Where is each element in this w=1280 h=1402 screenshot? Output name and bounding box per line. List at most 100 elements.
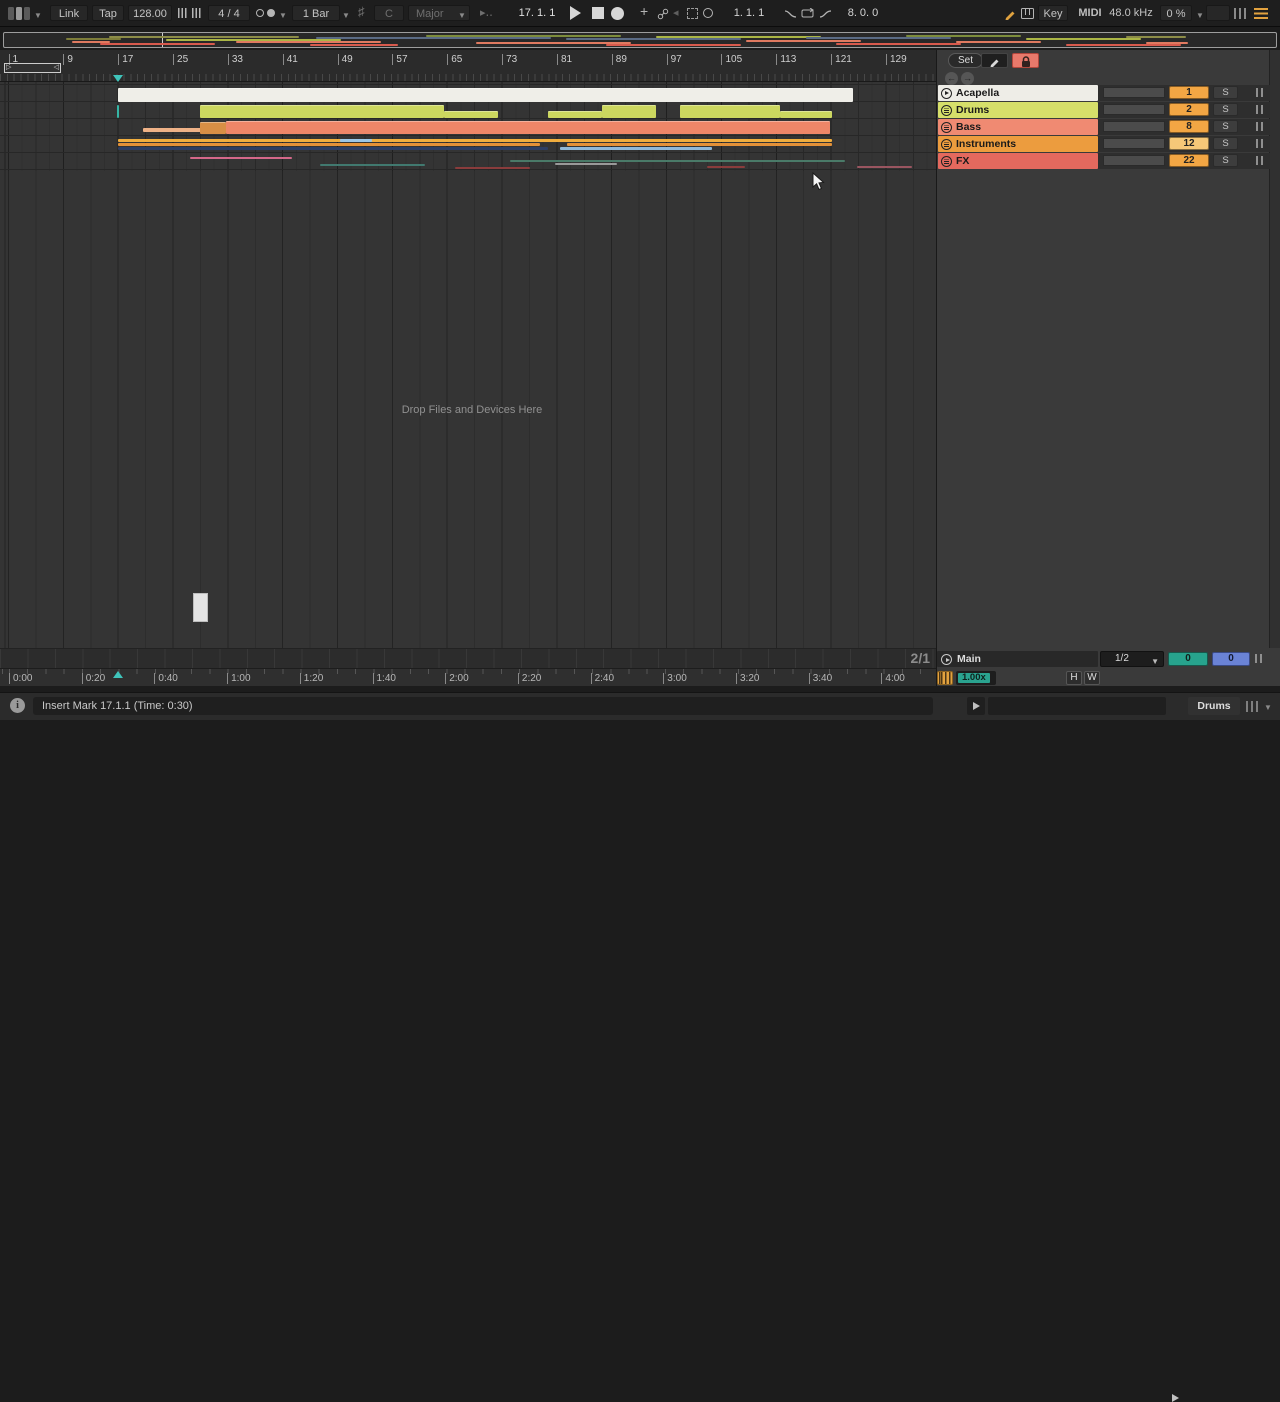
track-number-button[interactable]: 22: [1169, 154, 1209, 167]
track-number-button[interactable]: 1: [1169, 86, 1209, 99]
loop-switch-icon[interactable]: [801, 8, 815, 24]
bar-number-label[interactable]: 121: [831, 54, 852, 65]
key-map-toggle[interactable]: Key: [1038, 5, 1068, 21]
loop-end-handle-icon[interactable]: ◁: [54, 64, 59, 72]
metronome-icon[interactable]: [256, 9, 264, 17]
automation-pencil-button[interactable]: [981, 53, 1008, 68]
horizontal-zoom-strip[interactable]: [0, 648, 936, 668]
bar-number-label[interactable]: 41: [283, 54, 298, 65]
track-number-button[interactable]: 12: [1169, 137, 1209, 150]
arrangement-area[interactable]: Drop Files and Devices Here: [0, 82, 936, 648]
track-number-button[interactable]: 8: [1169, 120, 1209, 133]
loop-start-handle-icon[interactable]: ▷: [6, 64, 11, 72]
meter-caret-icon[interactable]: ▼: [1264, 703, 1272, 712]
cpu-caret-icon[interactable]: ▼: [1196, 8, 1204, 24]
next-track-button[interactable]: →: [961, 72, 974, 85]
arrangement-clip[interactable]: [857, 166, 912, 168]
track-solo-button[interactable]: S: [1213, 154, 1238, 167]
insert-marker-icon[interactable]: [113, 75, 123, 82]
playback-speed-field[interactable]: 1.00x: [956, 671, 996, 685]
device-play-icon[interactable]: [1172, 1394, 1179, 1402]
arrangement-clip[interactable]: [455, 167, 530, 169]
bar-number-label[interactable]: 81: [557, 54, 572, 65]
bar-number-label[interactable]: 73: [502, 54, 517, 65]
loop-start-field[interactable]: 1. 1. 1: [720, 5, 778, 21]
track-solo-button[interactable]: S: [1213, 103, 1238, 116]
bar-number-label[interactable]: 105: [721, 54, 742, 65]
track-input-box[interactable]: [1103, 87, 1165, 98]
arrangement-clip[interactable]: [548, 111, 602, 118]
bar-number-label[interactable]: 89: [612, 54, 627, 65]
tap-tempo-button[interactable]: Tap: [92, 5, 124, 21]
drag-ghost-clip[interactable]: [193, 593, 208, 622]
track-header-instruments[interactable]: Instruments: [938, 136, 1098, 152]
punch-in-curve-icon[interactable]: [784, 9, 797, 25]
height-zoom-button[interactable]: H: [1066, 671, 1082, 685]
main-track-header[interactable]: Main: [937, 651, 1098, 667]
bar-number-label[interactable]: 33: [228, 54, 243, 65]
bar-number-label[interactable]: 97: [667, 54, 682, 65]
view-layout-icon[interactable]: [8, 7, 30, 23]
cue-volume-button[interactable]: 0: [1168, 652, 1208, 666]
bar-number-label[interactable]: 17: [118, 54, 133, 65]
loop-brace[interactable]: ▷ ◁: [4, 63, 61, 73]
arrangement-clip[interactable]: [560, 147, 712, 150]
link-button[interactable]: Link: [50, 5, 88, 21]
main-volume-button[interactable]: 0: [1212, 652, 1250, 666]
midi-map-toggle[interactable]: MIDI: [1074, 5, 1106, 21]
play-button[interactable]: [570, 6, 581, 20]
computer-midi-keyboard-icon[interactable]: [1021, 8, 1034, 24]
draw-mode-pencil-icon[interactable]: [1004, 7, 1017, 23]
preview-play-button[interactable]: [967, 697, 985, 715]
bar-number-label[interactable]: 57: [392, 54, 407, 65]
track-header-bass[interactable]: Bass: [938, 119, 1098, 135]
time-ruler[interactable]: 0:000:200:401:001:201:402:002:202:403:00…: [0, 668, 936, 686]
loop-length-field[interactable]: 8. 0. 0: [834, 5, 892, 21]
session-link-icon[interactable]: [657, 8, 669, 24]
arrangement-clip[interactable]: [118, 143, 540, 146]
track-input-box[interactable]: [1103, 155, 1165, 166]
count-in-icon[interactable]: [267, 9, 275, 17]
bar-number-label[interactable]: 25: [173, 54, 188, 65]
bar-number-label[interactable]: 49: [338, 54, 353, 65]
arrangement-clip[interactable]: [680, 105, 780, 118]
nudge-down-icon[interactable]: [178, 8, 189, 18]
info-icon[interactable]: i: [10, 698, 25, 713]
arrangement-clip[interactable]: [190, 157, 292, 159]
bar-number-label[interactable]: 9: [63, 54, 73, 65]
cpu-load-meter[interactable]: 0 %: [1160, 5, 1192, 21]
arrangement-clip[interactable]: [118, 88, 853, 102]
track-menu-icon[interactable]: [941, 105, 952, 116]
scale-icon[interactable]: ♯: [358, 4, 365, 20]
bar-number-label[interactable]: 113: [776, 54, 796, 65]
track-play-icon[interactable]: [941, 88, 952, 99]
arrangement-clip[interactable]: [602, 105, 656, 118]
tempo-follower-icon[interactable]: [937, 671, 953, 685]
view-layout-caret-icon[interactable]: ▼: [34, 8, 42, 24]
quantize-menu[interactable]: 1 Bar: [292, 5, 340, 21]
track-header-fx[interactable]: FX: [938, 153, 1098, 169]
track-input-box[interactable]: [1103, 138, 1165, 149]
time-signature-field[interactable]: 4 / 4: [208, 5, 250, 21]
arrangement-clip[interactable]: [444, 111, 498, 118]
key-scale-caret-icon[interactable]: ▼: [458, 8, 466, 24]
track-header-drums[interactable]: Drums: [938, 102, 1098, 118]
arrangement-overview[interactable]: [3, 32, 1277, 48]
arrangement-clip[interactable]: [200, 105, 444, 118]
arrangement-clip[interactable]: [555, 163, 617, 165]
arrangement-clip[interactable]: [143, 128, 201, 132]
track-solo-button[interactable]: S: [1213, 86, 1238, 99]
punch-out-icon[interactable]: [703, 8, 713, 18]
insert-marker-bottom-icon[interactable]: [113, 671, 123, 678]
track-solo-button[interactable]: S: [1213, 120, 1238, 133]
arrangement-clip[interactable]: [118, 147, 548, 150]
browser-preview-field[interactable]: [988, 697, 1166, 715]
tempo-field[interactable]: 128.00: [128, 5, 172, 21]
track-menu-icon[interactable]: [941, 122, 952, 133]
punch-out-curve-icon[interactable]: [819, 9, 832, 25]
follow-icon[interactable]: ▸‥: [480, 5, 493, 21]
stop-button[interactable]: [592, 7, 604, 19]
preferences-menu-icon[interactable]: [1254, 8, 1268, 19]
arrangement-clip[interactable]: [510, 160, 845, 162]
arrangement-clip[interactable]: [780, 111, 832, 118]
